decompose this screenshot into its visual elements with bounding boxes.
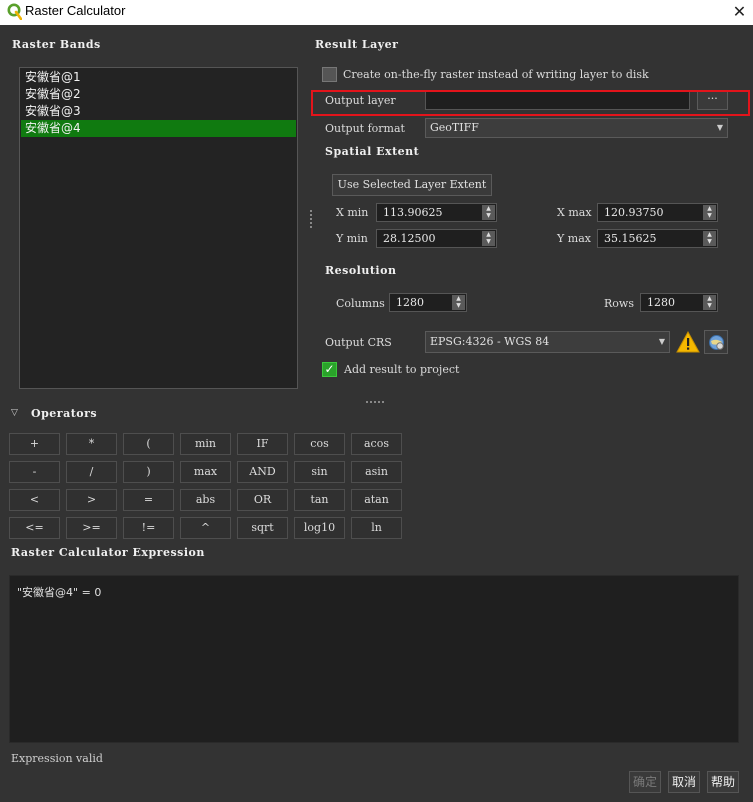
band-item-1[interactable]: 安徽省@1 <box>21 69 296 86</box>
add-to-project-checkbox[interactable]: ✓ <box>322 362 337 377</box>
ymax-spinbox[interactable]: 35.15625 ▲ ▼ <box>597 229 718 248</box>
spin-arrows-icon[interactable]: ▲ ▼ <box>703 205 716 220</box>
operator-button[interactable]: - <box>9 461 60 483</box>
close-icon[interactable]: ✕ <box>726 0 753 25</box>
operator-button[interactable]: ln <box>351 517 402 539</box>
on-the-fly-label: Create on-the-fly raster instead of writ… <box>343 68 649 81</box>
operator-button[interactable]: <= <box>9 517 60 539</box>
operator-button[interactable]: sqrt <box>237 517 288 539</box>
xmin-label: X min <box>336 206 369 219</box>
operator-button[interactable]: + <box>9 433 60 455</box>
spin-arrows-icon[interactable]: ▲ ▼ <box>452 295 465 310</box>
result-layer-heading: Result Layer <box>315 38 399 51</box>
rows-value: 1280 <box>647 296 675 309</box>
expression-text: "安徽省@4" = 0 <box>17 586 102 599</box>
operator-button[interactable]: > <box>66 489 117 511</box>
rows-spinbox[interactable]: 1280 ▲ ▼ <box>640 293 718 312</box>
expression-status: Expression valid <box>11 752 103 765</box>
chevron-down-icon: ▼ <box>658 337 665 346</box>
window-title: Raster Calculator <box>25 3 126 18</box>
output-crs-select[interactable]: EPSG:4326 - WGS 84 ▼ <box>425 331 670 353</box>
help-button[interactable]: 帮助 <box>707 771 739 793</box>
spin-arrows-icon[interactable]: ▲ ▼ <box>482 231 495 246</box>
on-the-fly-checkbox[interactable] <box>322 67 337 82</box>
ymax-value: 35.15625 <box>604 232 657 245</box>
title-bar: Raster Calculator ✕ <box>0 0 753 25</box>
raster-bands-heading: Raster Bands <box>12 38 101 51</box>
add-to-project-label: Add result to project <box>344 363 460 376</box>
operator-button[interactable]: cos <box>294 433 345 455</box>
operator-button[interactable]: max <box>180 461 231 483</box>
use-selected-extent-button[interactable]: Use Selected Layer Extent <box>332 174 492 196</box>
output-format-label: Output format <box>325 122 405 135</box>
columns-value: 1280 <box>396 296 424 309</box>
splitter-handle[interactable] <box>366 401 384 403</box>
operator-button[interactable]: atan <box>351 489 402 511</box>
expression-heading: Raster Calculator Expression <box>11 546 205 559</box>
operator-button[interactable]: >= <box>66 517 117 539</box>
columns-label: Columns <box>336 297 385 310</box>
operators-heading: Operators <box>31 407 98 420</box>
ok-button[interactable]: 确定 <box>629 771 661 793</box>
rows-label: Rows <box>604 297 634 310</box>
operator-button[interactable]: tan <box>294 489 345 511</box>
band-item-4[interactable]: 安徽省@4 <box>21 120 296 137</box>
operator-button[interactable]: sin <box>294 461 345 483</box>
cancel-button[interactable]: 取消 <box>668 771 700 793</box>
xmin-value: 113.90625 <box>383 206 443 219</box>
output-crs-value: EPSG:4326 - WGS 84 <box>430 335 550 348</box>
operator-button[interactable]: asin <box>351 461 402 483</box>
operator-button[interactable]: ) <box>123 461 174 483</box>
xmin-spinbox[interactable]: 113.90625 ▲ ▼ <box>376 203 497 222</box>
operator-button[interactable]: log10 <box>294 517 345 539</box>
chevron-down-icon: ▼ <box>716 123 723 132</box>
ymin-value: 28.12500 <box>383 232 436 245</box>
xmax-value: 120.93750 <box>604 206 664 219</box>
crs-select-icon <box>709 335 724 350</box>
operator-button[interactable]: ^ <box>180 517 231 539</box>
splitter-handle[interactable] <box>310 210 312 228</box>
operator-button[interactable]: = <box>123 489 174 511</box>
operator-button[interactable]: OR <box>237 489 288 511</box>
operator-button[interactable]: AND <box>237 461 288 483</box>
spatial-extent-heading: Spatial Extent <box>325 145 420 158</box>
operator-button[interactable]: != <box>123 517 174 539</box>
spin-arrows-icon[interactable]: ▲ ▼ <box>482 205 495 220</box>
output-layer-highlight <box>311 90 750 116</box>
raster-bands-list[interactable]: 安徽省@1 安徽省@2 安徽省@3 安徽省@4 <box>19 67 298 389</box>
ymax-label: Y max <box>557 232 591 245</box>
operator-button[interactable]: IF <box>237 433 288 455</box>
columns-spinbox[interactable]: 1280 ▲ ▼ <box>389 293 467 312</box>
band-item-2[interactable]: 安徽省@2 <box>21 86 296 103</box>
band-item-3[interactable]: 安徽省@3 <box>21 103 296 120</box>
operator-button[interactable]: / <box>66 461 117 483</box>
operator-button[interactable]: < <box>9 489 60 511</box>
xmax-spinbox[interactable]: 120.93750 ▲ ▼ <box>597 203 718 222</box>
operator-button[interactable]: acos <box>351 433 402 455</box>
operator-button[interactable]: abs <box>180 489 231 511</box>
output-crs-label: Output CRS <box>325 336 392 349</box>
ymin-spinbox[interactable]: 28.12500 ▲ ▼ <box>376 229 497 248</box>
spin-arrows-icon[interactable]: ▲ ▼ <box>703 295 716 310</box>
operator-button[interactable]: * <box>66 433 117 455</box>
output-format-select[interactable]: GeoTIFF ▼ <box>425 118 728 138</box>
qgis-icon <box>7 3 22 20</box>
warning-icon <box>676 331 700 353</box>
operator-button[interactable]: ( <box>123 433 174 455</box>
xmax-label: X max <box>557 206 592 219</box>
crs-select-button[interactable] <box>704 330 728 354</box>
expression-editor[interactable]: "安徽省@4" = 0 <box>9 575 739 743</box>
collapse-triangle-icon[interactable]: ▽ <box>11 408 18 418</box>
ymin-label: Y min <box>336 232 368 245</box>
operator-button[interactable]: min <box>180 433 231 455</box>
output-format-value: GeoTIFF <box>430 121 479 134</box>
spin-arrows-icon[interactable]: ▲ ▼ <box>703 231 716 246</box>
resolution-heading: Resolution <box>325 264 397 277</box>
